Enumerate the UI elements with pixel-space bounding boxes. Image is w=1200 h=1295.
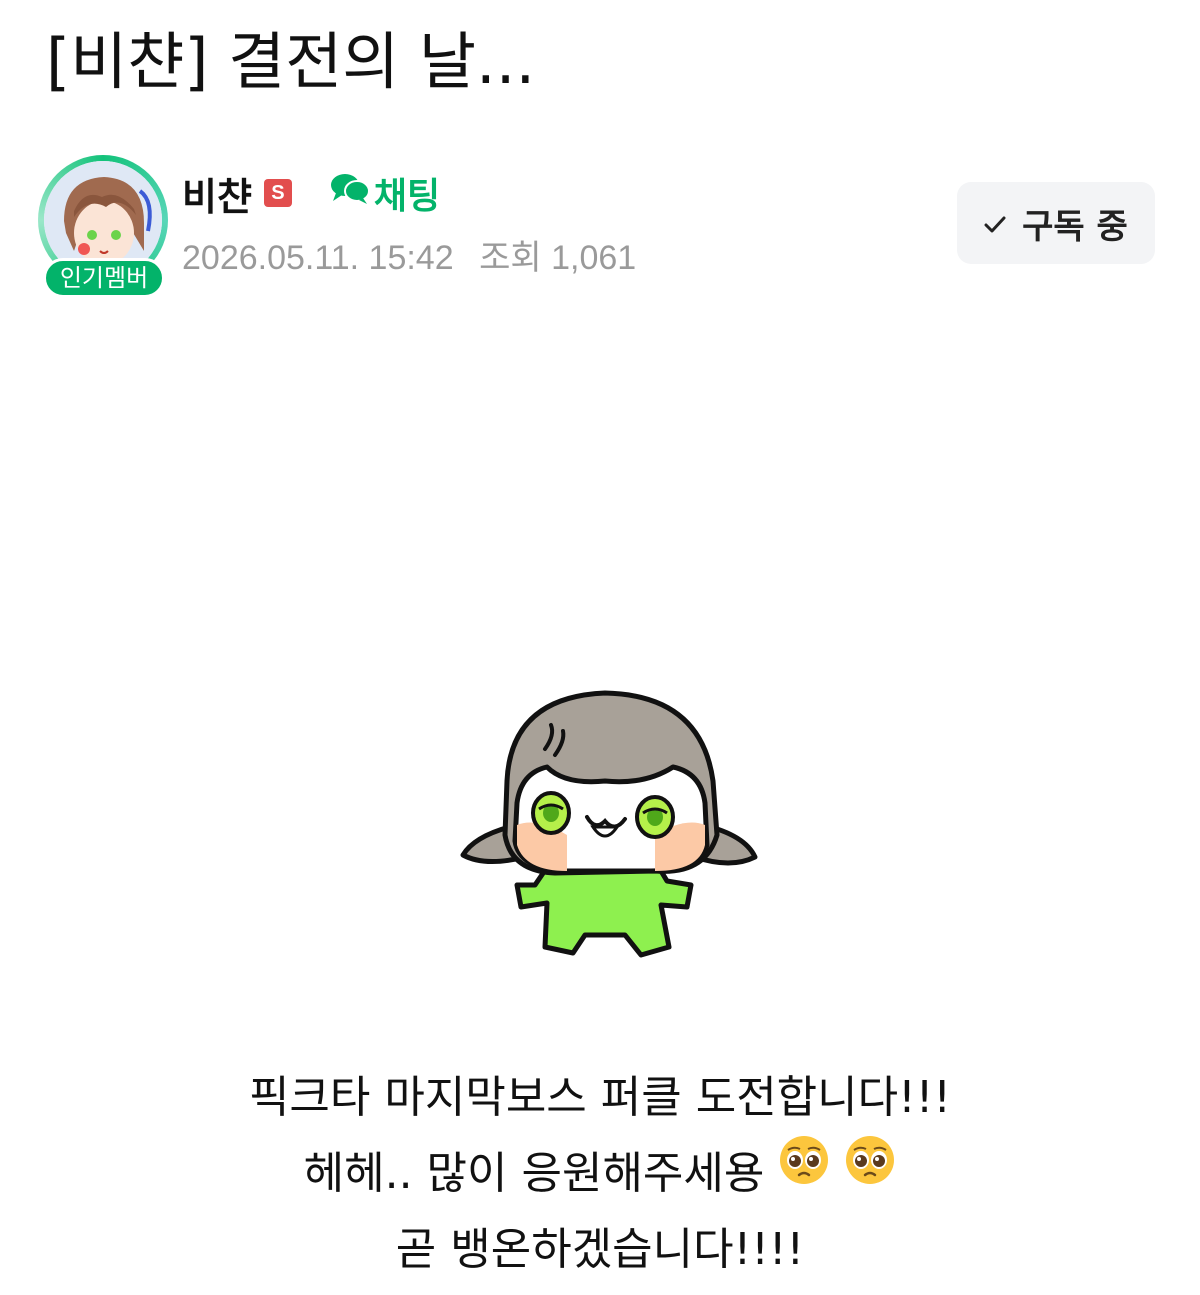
chat-bubbles-icon xyxy=(330,172,370,215)
pleading-face-emoji xyxy=(844,1134,896,1210)
popular-member-badge: 인기멤버 xyxy=(43,258,165,298)
post-body-line-3: 곧 뱅온하겠습니다!!!! xyxy=(395,1224,805,1275)
pleading-face-emoji xyxy=(778,1134,830,1210)
post-body-line-2-text: 헤헤.. 많이 응원해주세용 xyxy=(303,1148,765,1199)
post-body-line-2: 헤헤.. 많이 응원해주세용 xyxy=(0,1136,1200,1212)
post-title: [비챤] 결전의 날... xyxy=(46,25,536,98)
character-sticker-image xyxy=(455,685,765,975)
author-name[interactable]: 비챤 xyxy=(182,166,252,221)
subscribe-button[interactable]: 구독 중 xyxy=(957,182,1155,264)
post-body-line-1: 픽크타 마지막보스 퍼클 도전합니다!!! xyxy=(248,1072,952,1123)
author-row: 비챤 S 채팅 xyxy=(182,166,440,221)
post-meta: 2026.05.11. 15:42 조회 1,061 xyxy=(182,230,636,279)
level-badge: S xyxy=(263,179,292,207)
subscribe-label: 구독 중 xyxy=(1022,206,1128,247)
chat-label: 채팅 xyxy=(373,176,441,217)
post-body: 픽크타 마지막보스 퍼클 도전합니다!!! 헤헤.. 많이 응원해주세용 곧 뱅… xyxy=(0,1060,1200,1288)
check-icon xyxy=(984,203,1006,243)
chat-button[interactable]: 채팅 xyxy=(330,167,440,219)
post-date: 2026.05.11. 15:42 xyxy=(182,239,454,277)
author-avatar-block[interactable]: 인기멤버 xyxy=(38,155,172,305)
view-count: 조회 1,061 xyxy=(479,239,637,277)
